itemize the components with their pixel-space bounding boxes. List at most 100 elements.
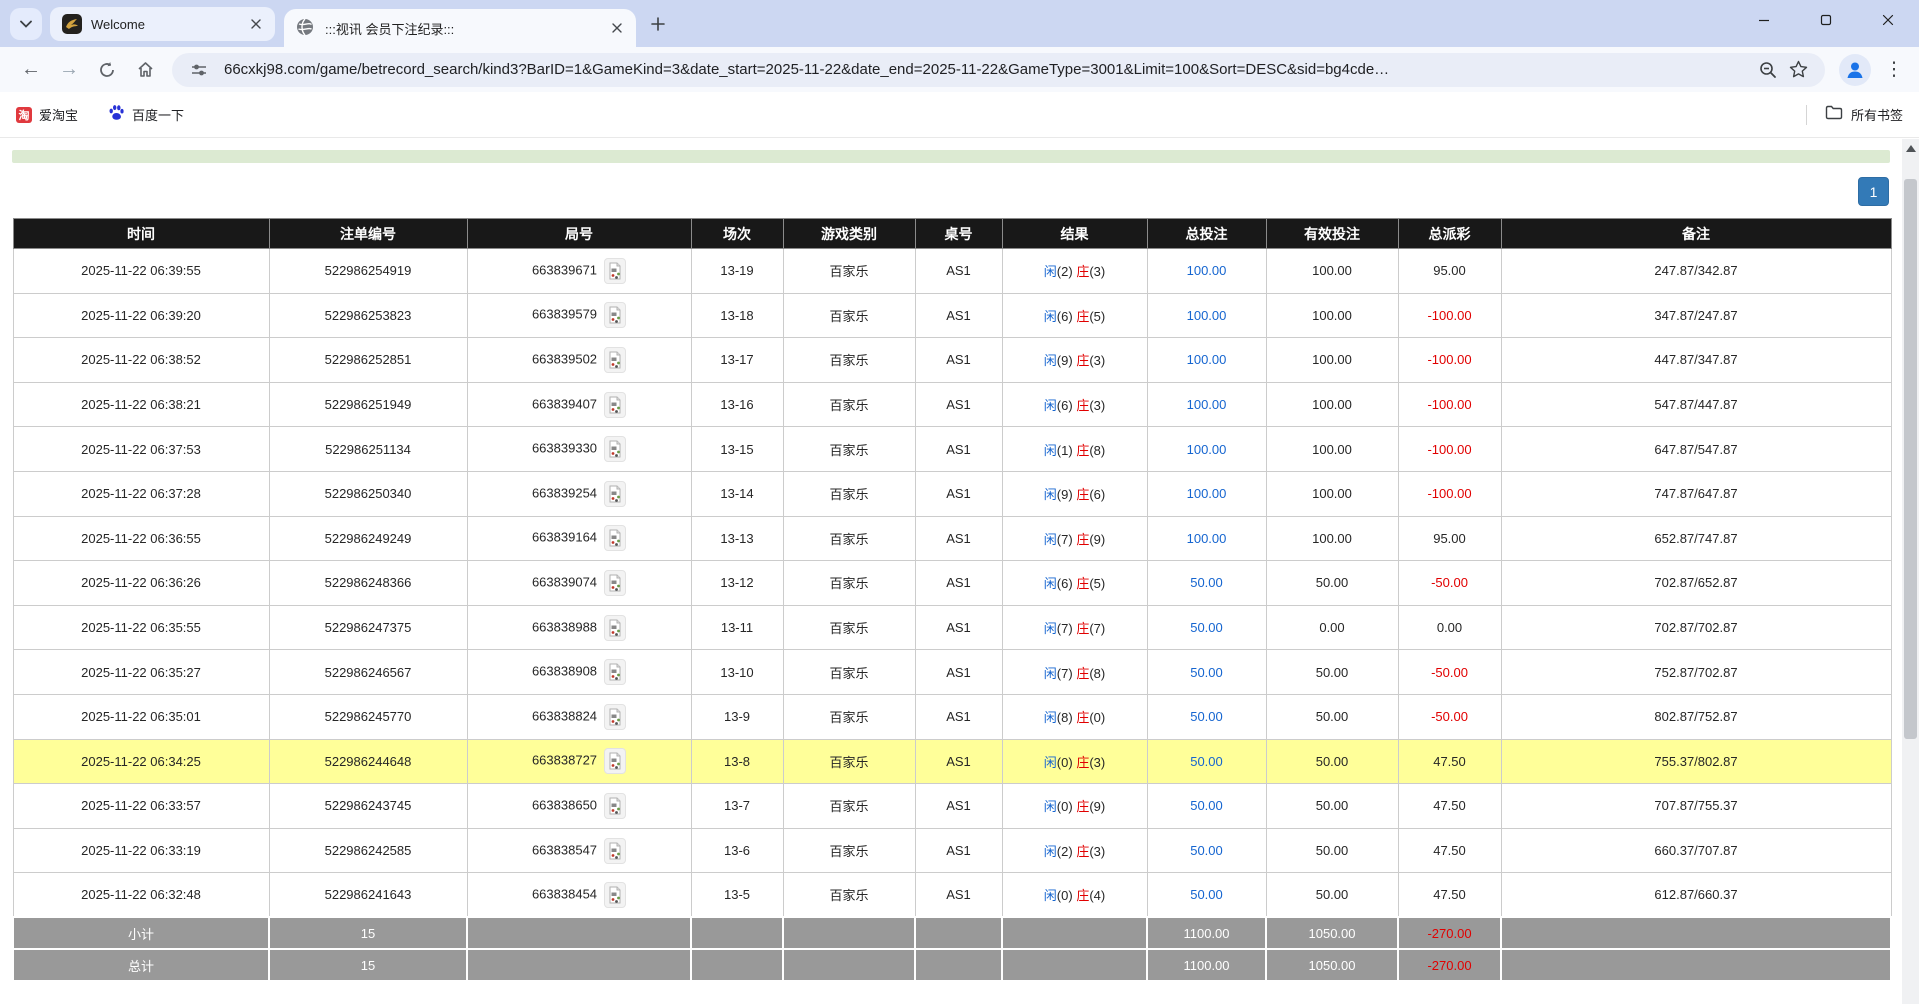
cell-total-bet: 50.00 [1147,605,1266,650]
cell-payout: -50.00 [1398,694,1501,739]
vertical-scrollbar[interactable] [1902,139,1919,1004]
cell-payout: -100.00 [1398,382,1501,427]
all-bookmarks[interactable]: 所有书签 [1806,105,1903,125]
site-info-icon[interactable] [184,55,214,85]
tab-bet-records[interactable]: :::视讯 会员下注纪录::: [284,9,636,47]
video-record-icon[interactable] [604,838,626,864]
cell-result: 闲(6) 庄(5) [1002,561,1147,606]
table-row[interactable]: 2025-11-22 06:34:25 522986244648 6638387… [13,739,1891,784]
cell-round: 663839407 [467,382,691,427]
summary-total-bet: 1100.00 [1147,917,1266,949]
cell-total-bet: 50.00 [1147,873,1266,918]
cell-table-no: AS1 [915,694,1002,739]
video-record-icon[interactable] [604,570,626,596]
cell-time: 2025-11-22 06:36:55 [13,516,269,561]
summary-row: 总计 15 1100.00 1050.00 -270.00 [13,949,1891,981]
pagination-page-1[interactable]: 1 [1858,177,1889,206]
table-row[interactable]: 2025-11-22 06:39:55 522986254919 6638396… [13,249,1891,294]
table-row[interactable]: 2025-11-22 06:35:01 522986245770 6638388… [13,694,1891,739]
cell-game-type: 百家乐 [783,561,915,606]
cell-table-no: AS1 [915,828,1002,873]
cell-remark: 547.87/447.87 [1501,382,1891,427]
video-record-icon[interactable] [604,793,626,819]
video-record-icon[interactable] [604,392,626,418]
cell-result: 闲(0) 庄(9) [1002,784,1147,829]
cell-remark: 447.87/347.87 [1501,338,1891,383]
zoom-out-icon[interactable] [1753,55,1783,85]
table-row[interactable]: 2025-11-22 06:35:55 522986247375 6638389… [13,605,1891,650]
cell-round: 663838727 [467,739,691,784]
scroll-up-arrow-icon[interactable] [1902,139,1919,157]
video-record-icon[interactable] [604,481,626,507]
video-record-icon[interactable] [604,615,626,641]
back-icon[interactable]: ← [12,52,50,88]
video-record-icon[interactable] [604,347,626,373]
cell-game-type: 百家乐 [783,382,915,427]
video-record-icon[interactable] [604,748,626,774]
address-bar[interactable]: 66cxkj98.com/game/betrecord_search/kind3… [172,53,1825,87]
column-header: 总投注 [1147,219,1266,249]
forward-icon[interactable]: → [50,52,88,88]
cell-result: 闲(9) 庄(3) [1002,338,1147,383]
reload-icon[interactable] [88,52,126,88]
cell-table-no: AS1 [915,739,1002,784]
cell-total-bet: 100.00 [1147,338,1266,383]
video-record-icon[interactable] [604,882,626,908]
table-row[interactable]: 2025-11-22 06:36:26 522986248366 6638390… [13,561,1891,606]
video-record-icon[interactable] [604,525,626,551]
browser-menu-icon[interactable]: ⋮ [1879,58,1909,81]
bookmark-baidu[interactable]: 百度一下 [108,104,184,126]
bookmark-star-icon[interactable] [1783,55,1813,85]
cell-round: 663838908 [467,650,691,695]
home-icon[interactable] [126,52,164,88]
table-row[interactable]: 2025-11-22 06:38:52 522986252851 6638395… [13,338,1891,383]
url-text[interactable]: 66cxkj98.com/game/betrecord_search/kind3… [224,61,1753,78]
table-row[interactable]: 2025-11-22 06:33:19 522986242585 6638385… [13,828,1891,873]
maximize-button[interactable] [1795,0,1857,40]
table-row[interactable]: 2025-11-22 06:35:27 522986246567 6638389… [13,650,1891,695]
minimize-button[interactable] [1733,0,1795,40]
video-record-icon[interactable] [604,258,626,284]
cell-bet-id: 522986245770 [269,694,467,739]
cell-table-no: AS1 [915,784,1002,829]
cell-round: 663839671 [467,249,691,294]
new-tab-button[interactable] [644,10,672,38]
bookmark-aitaobao[interactable]: 淘 爱淘宝 [16,105,78,124]
summary-row: 小计 15 1100.00 1050.00 -270.00 [13,917,1891,949]
cell-time: 2025-11-22 06:34:25 [13,739,269,784]
table-row[interactable]: 2025-11-22 06:38:21 522986251949 6638394… [13,382,1891,427]
cell-total-bet: 50.00 [1147,828,1266,873]
column-header: 总派彩 [1398,219,1501,249]
cell-time: 2025-11-22 06:37:53 [13,427,269,472]
table-row[interactable]: 2025-11-22 06:39:20 522986253823 6638395… [13,293,1891,338]
table-row[interactable]: 2025-11-22 06:36:55 522986249249 6638391… [13,516,1891,561]
cell-total-bet: 100.00 [1147,382,1266,427]
cell-session: 13-9 [691,694,783,739]
cell-remark: 755.37/802.87 [1501,739,1891,784]
table-row[interactable]: 2025-11-22 06:37:28 522986250340 6638392… [13,471,1891,516]
video-record-icon[interactable] [604,659,626,685]
video-record-icon[interactable] [604,436,626,462]
window-controls [1733,0,1919,40]
video-record-icon[interactable] [604,704,626,730]
tab-welcome[interactable]: Welcome [50,7,275,41]
profile-avatar[interactable] [1839,54,1871,86]
tab-close-icon[interactable] [608,19,626,37]
table-row[interactable]: 2025-11-22 06:33:57 522986243745 6638386… [13,784,1891,829]
cell-total-bet: 100.00 [1147,471,1266,516]
cell-session: 13-11 [691,605,783,650]
cell-bet-id: 522986242585 [269,828,467,873]
cell-session: 13-10 [691,650,783,695]
cell-time: 2025-11-22 06:37:28 [13,471,269,516]
table-row[interactable]: 2025-11-22 06:37:53 522986251134 6638393… [13,427,1891,472]
table-row[interactable]: 2025-11-22 06:32:48 522986241643 6638384… [13,873,1891,918]
cell-time: 2025-11-22 06:38:52 [13,338,269,383]
cell-game-type: 百家乐 [783,650,915,695]
scrollbar-thumb[interactable] [1904,179,1917,739]
tab-search-button[interactable] [10,8,42,40]
table-header-row: 时间注单编号局号场次游戏类别桌号结果总投注有效投注总派彩备注 [13,219,1891,249]
video-record-icon[interactable] [604,302,626,328]
close-window-button[interactable] [1857,0,1919,40]
cell-game-type: 百家乐 [783,784,915,829]
tab-close-icon[interactable] [247,15,265,33]
